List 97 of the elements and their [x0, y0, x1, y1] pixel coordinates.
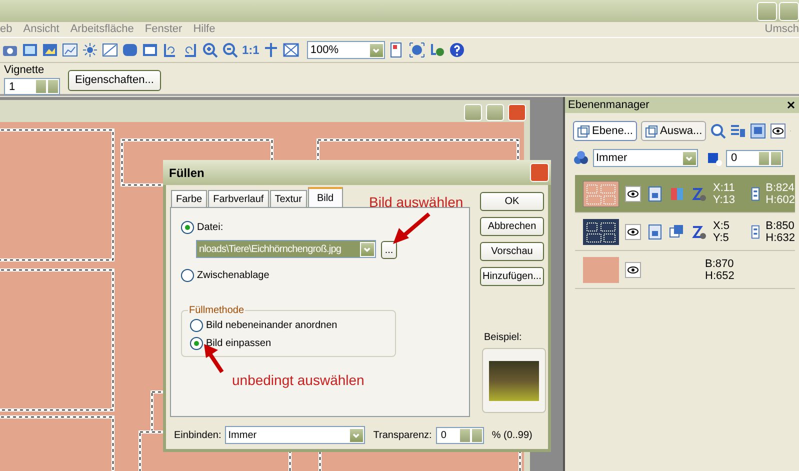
zoom-icon[interactable] [710, 123, 726, 139]
layers-icon[interactable] [669, 224, 685, 240]
panel-tab[interactable]: Auswa... [640, 120, 706, 142]
properties-button[interactable]: Eigenschaften... [68, 70, 161, 91]
zoom-in-icon[interactable] [202, 42, 218, 58]
caret-icon [682, 150, 697, 166]
size-text: B:824 [766, 182, 795, 194]
size-text: B:870 [705, 258, 734, 270]
coordinate-text: Y:5 [713, 232, 730, 244]
picture-icon[interactable] [42, 42, 58, 58]
z-order-icon[interactable] [691, 224, 707, 240]
rotate-right-icon[interactable] [182, 42, 198, 58]
radio-button[interactable] [190, 337, 203, 350]
field-label: Einbinden: [174, 428, 222, 442]
rounded-square-icon[interactable] [122, 42, 138, 58]
fit-window-icon[interactable] [283, 42, 300, 58]
size-text: H:652 [705, 270, 734, 282]
picture-icon[interactable] [22, 42, 38, 58]
zoom-out-icon[interactable] [222, 42, 238, 58]
transparency-spinner[interactable]: 0 [436, 426, 484, 444]
close-button[interactable] [508, 104, 526, 121]
browse-button[interactable]: ... [381, 241, 397, 259]
eye-icon[interactable] [625, 224, 641, 240]
list-icon[interactable] [730, 123, 746, 139]
option-label: Zwischenablage [197, 269, 270, 283]
radio-button[interactable] [181, 269, 194, 282]
radio-button[interactable] [190, 319, 203, 332]
link-icon[interactable] [750, 224, 760, 240]
lock-icon[interactable] [647, 224, 663, 240]
arrow-icon [391, 212, 431, 246]
eye-icon[interactable] [770, 123, 786, 139]
actual-size-button[interactable]: 1:1 [242, 41, 260, 59]
field-label: Vignette [4, 62, 46, 78]
help-icon[interactable] [449, 42, 466, 58]
range-label: % (0..99) [492, 428, 532, 442]
blend-mode-icon [573, 150, 589, 166]
layer-thumbnail [583, 180, 619, 206]
tab[interactable]: Bild [308, 187, 343, 207]
coordinate-text: X:5 [713, 220, 731, 232]
maximize-button[interactable] [486, 104, 504, 121]
coordinate-text: X:11 [713, 182, 736, 194]
coordinate-text: Y:13 [713, 194, 736, 206]
caret-icon [360, 242, 375, 256]
dialog-button[interactable]: Vorschau [480, 242, 544, 261]
chart-icon[interactable] [62, 42, 78, 58]
z-order-icon[interactable] [691, 186, 707, 202]
layer-thumbnail [583, 218, 619, 244]
preview-label: Beispiel: [484, 331, 522, 345]
radio-button[interactable] [181, 221, 194, 234]
rotate-left-icon[interactable] [162, 42, 178, 58]
lock-icon[interactable] [647, 186, 663, 202]
vignette-spinner[interactable]: 1 [4, 78, 60, 96]
window-icon[interactable] [142, 42, 158, 58]
annotation-text: unbedingt auswählen [232, 371, 364, 390]
fullscreen-icon[interactable] [409, 42, 426, 58]
layer-thumbnail [583, 256, 619, 282]
tab[interactable]: Farbe [171, 190, 208, 207]
field-label: Transparenz: [373, 428, 432, 442]
size-text: B:850 [766, 220, 795, 232]
eye-icon[interactable] [625, 262, 641, 278]
minimize-button[interactable] [757, 2, 777, 20]
layer-row[interactable]: X:5 Y:5 B:850 H:632 [575, 213, 795, 251]
opacity-spinner[interactable]: 0 [726, 150, 783, 166]
restore-button[interactable] [779, 2, 799, 20]
panel-title: Ebenenmanager [568, 98, 650, 113]
link-icon[interactable] [750, 186, 760, 202]
sun-icon[interactable] [82, 42, 98, 58]
caret-icon [349, 428, 364, 442]
photo-placeholder [489, 360, 539, 400]
dialog-button[interactable]: Hinzufügen... [480, 267, 544, 286]
eye-icon[interactable] [625, 186, 641, 202]
layers-icon [577, 124, 590, 138]
option-label: Bild einpassen [206, 337, 272, 351]
minimize-button[interactable] [464, 104, 482, 121]
tab[interactable]: Farbverlauf [208, 190, 269, 207]
tab[interactable]: Textur [270, 190, 307, 207]
close-button[interactable] [530, 163, 549, 182]
dialog-title: Füllen [169, 164, 204, 182]
panel-tab[interactable]: Ebene... [573, 120, 637, 142]
blend-dropdown[interactable]: Immer [593, 149, 698, 167]
size-text: H:602 [766, 194, 795, 206]
blend-dropdown[interactable]: Immer [225, 426, 366, 444]
dialog-button[interactable]: OK [480, 192, 544, 211]
size-text: H:632 [766, 232, 795, 244]
layers-icon [644, 124, 658, 138]
close-icon[interactable] [786, 100, 796, 110]
crosshair-icon[interactable] [263, 42, 280, 58]
caret-icon [369, 42, 384, 58]
opacity-icon [706, 150, 722, 166]
window-icon[interactable] [750, 123, 766, 139]
layer-row[interactable]: B:870 H:652 [575, 251, 795, 289]
option-label: Bild nebeneinander anordnen [206, 319, 338, 333]
dialog-button[interactable]: Abbrechen [480, 217, 544, 236]
zoom-dropdown[interactable]: 100% [307, 41, 386, 59]
option-label: Datei: [197, 221, 224, 235]
square-icon[interactable] [102, 42, 118, 58]
annotation-text: Bild auswählen [369, 193, 464, 212]
